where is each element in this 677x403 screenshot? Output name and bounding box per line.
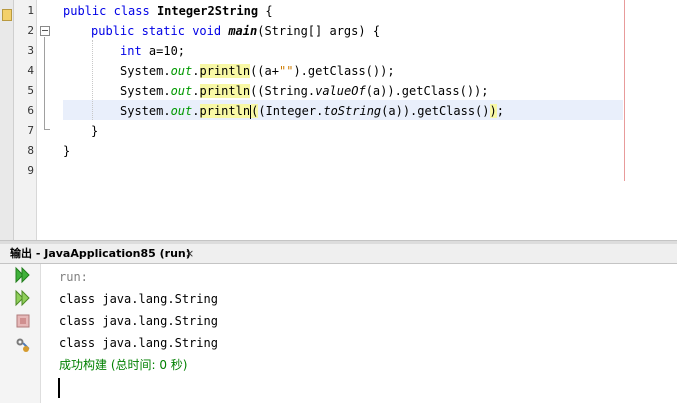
output-line: class java.lang.String: [59, 336, 218, 350]
right-margin-line: [624, 0, 625, 181]
settings-icon[interactable]: [14, 336, 32, 354]
output-panel[interactable]: run: class java.lang.String class java.l…: [0, 264, 677, 403]
code-line-8: }: [63, 144, 71, 158]
line-number: 8: [27, 144, 34, 157]
output-line: class java.lang.String: [59, 314, 218, 328]
bookmark-marker-icon: [2, 9, 12, 21]
code-line-6: System.out.println((Integer.toString(a))…: [120, 104, 504, 119]
code-line-1: public class Integer2String {: [63, 4, 273, 18]
line-number-gutter: 1 2 3 4 5 6 7 8 9: [14, 0, 37, 240]
build-success-message: 成功构建 (总时间: 0 秒): [59, 358, 188, 372]
rerun-icon[interactable]: [14, 266, 32, 284]
line-number: 6: [27, 104, 34, 117]
rerun-with-options-icon[interactable]: [14, 289, 32, 307]
output-tab[interactable]: 输出 - JavaApplication85 (run): [10, 244, 191, 263]
fold-collapse-icon[interactable]: [40, 26, 50, 36]
code-line-5: System.out.println((String.valueOf(a)).g…: [120, 84, 489, 98]
code-line-2: public static void main(String[] args) {: [91, 24, 381, 38]
line-number: 3: [27, 44, 34, 57]
left-bookmark-strip: [0, 0, 14, 240]
line-number: 9: [27, 164, 34, 177]
line-number: 5: [27, 84, 34, 97]
line-number: 2: [27, 24, 34, 37]
fold-end-marker: [44, 129, 50, 130]
code-line-4: System.out.println((a+"").getClass());: [120, 64, 395, 78]
output-caret: [58, 378, 60, 398]
code-editor[interactable]: 1 2 3 4 5 6 7 8 9 public class Integer2S…: [0, 0, 677, 240]
code-line-3: int a=10;: [120, 44, 186, 58]
output-toolbar: [0, 264, 41, 403]
indent-guide: [92, 40, 94, 120]
fold-column: [37, 0, 57, 240]
stop-icon[interactable]: [14, 312, 32, 330]
output-run-label: run:: [59, 270, 88, 284]
output-line: class java.lang.String: [59, 292, 218, 306]
line-number: 1: [27, 4, 34, 17]
fold-guide-line: [44, 37, 45, 129]
line-number: 4: [27, 64, 34, 77]
close-icon[interactable]: ×: [185, 244, 194, 263]
code-line-7: }: [91, 124, 99, 138]
output-tab-bar: 输出 - JavaApplication85 (run) ×: [0, 244, 677, 264]
line-number: 7: [27, 124, 34, 137]
